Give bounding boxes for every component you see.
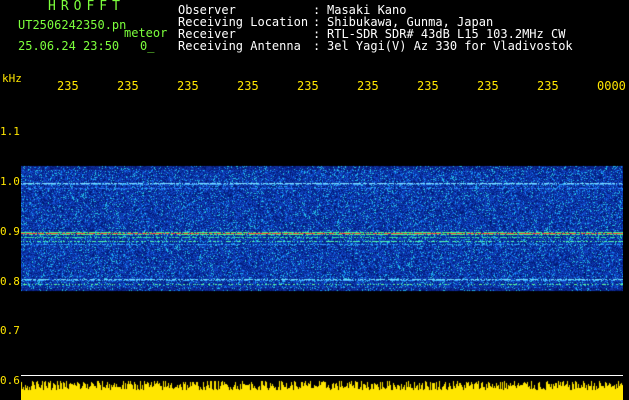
antenna-label: Receiving Antenna xyxy=(178,39,301,53)
time-tick: 235 xyxy=(57,79,79,93)
time-tick: 235 xyxy=(177,79,199,93)
time-tick: 235 xyxy=(537,79,559,93)
frequency-tick: 1.1 xyxy=(0,125,20,138)
frequency-unit-label: kHz xyxy=(2,72,22,85)
antenna-value: 3el Yagi(V) Az 330 for Vladivostok xyxy=(327,39,573,53)
frequency-tick: 0.6 xyxy=(0,374,20,387)
antenna-separator: : xyxy=(313,39,321,53)
time-tick: 0000 xyxy=(597,79,626,93)
time-tick: 235 xyxy=(357,79,379,93)
time-tick: 235 xyxy=(417,79,439,93)
recording-datetime: 25.06.24 23:50 xyxy=(18,39,120,53)
frequency-tick: 1.0 xyxy=(0,175,20,188)
meteor-count: 0_ xyxy=(140,39,155,53)
frequency-tick: 0.9 xyxy=(0,225,20,238)
frequency-tick: 0.8 xyxy=(0,275,20,288)
time-tick: 235 xyxy=(117,79,139,93)
time-tick: 235 xyxy=(297,79,319,93)
file-type-label: meteor xyxy=(124,26,168,40)
time-tick: 235 xyxy=(477,79,499,93)
hrofft-logo: HROFFT xyxy=(48,0,125,14)
baseline-divider xyxy=(21,375,623,376)
frequency-tick: 0.7 xyxy=(0,324,20,337)
spectrogram-plot xyxy=(21,96,623,400)
hrofft-window: HROFFT UT2506242350.pn meteor 25.06.24 2… xyxy=(0,0,629,400)
file-name: UT2506242350.pn xyxy=(18,18,127,32)
time-tick: 235 xyxy=(237,79,259,93)
